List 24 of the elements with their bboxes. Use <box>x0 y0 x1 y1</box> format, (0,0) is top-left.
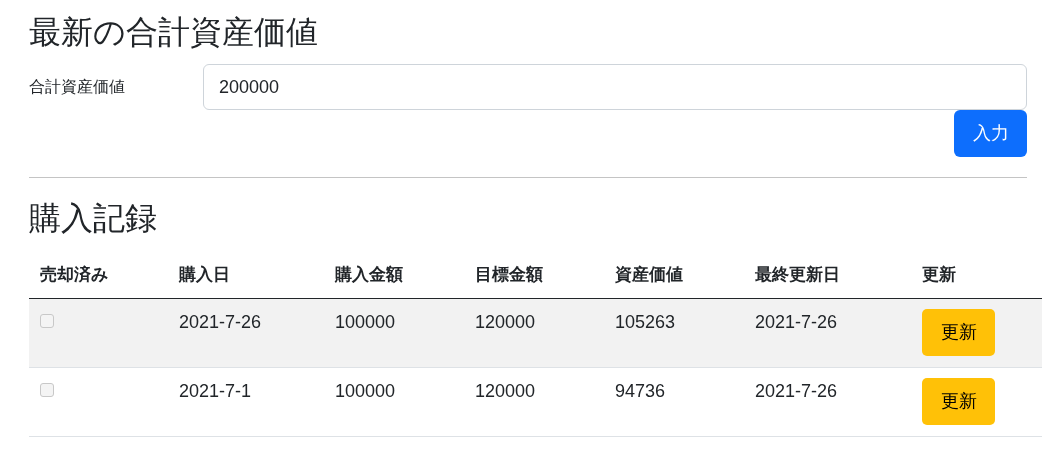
table-cell: 120000 <box>475 380 536 401</box>
column-header: 購入日 <box>168 252 324 298</box>
column-header: 更新 <box>911 252 1042 298</box>
submit-button[interactable]: 入力 <box>954 110 1027 157</box>
table-cell: 120000 <box>475 311 536 332</box>
table-cell: 2021-7-26 <box>179 311 262 332</box>
table-cell: 100000 <box>335 380 396 401</box>
column-header: 最終更新日 <box>744 252 911 298</box>
table-cell: 2021-7-26 <box>755 311 838 332</box>
table-cell: 2021-7-26 <box>755 380 838 401</box>
section-title: 購入記録 <box>29 199 158 238</box>
table-cell: 105263 <box>615 311 676 332</box>
update-button[interactable]: 更新 <box>922 308 995 356</box>
table-cell: 94736 <box>615 380 666 401</box>
update-button[interactable]: 更新 <box>922 377 995 425</box>
table-cell: 2021-7-1 <box>179 380 252 401</box>
column-header: 目標金額 <box>464 252 604 298</box>
column-header: 資産価値 <box>604 252 744 298</box>
column-header: 売却済み <box>29 252 168 298</box>
field-label: 合計資産価値 <box>29 77 126 97</box>
input-field[interactable]: 200000 <box>203 64 1027 110</box>
section-title: 最新の合計資産価値 <box>29 13 319 52</box>
column-header: 購入金額 <box>324 252 464 298</box>
table-cell: 100000 <box>335 311 396 332</box>
